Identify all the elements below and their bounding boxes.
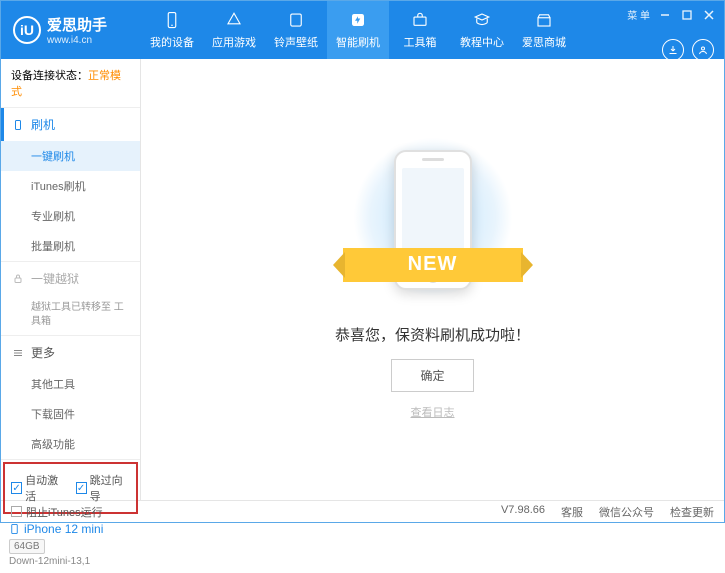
success-illustration: NEW	[353, 140, 513, 310]
sidebar-item-itunes-flash[interactable]: iTunes刷机	[1, 171, 140, 201]
sidebar-jailbreak-label: 一键越狱	[31, 270, 79, 287]
app-title: 爱思助手	[47, 14, 107, 35]
app-subtitle: www.i4.cn	[47, 35, 107, 46]
apps-icon	[224, 10, 244, 30]
titlebar: iU 爱思助手 www.i4.cn 我的设备 应用游戏 铃声壁纸 智能刷机 工具…	[1, 1, 724, 59]
chk-auto-activate-label: 自动激活	[25, 472, 65, 504]
success-message: 恭喜您，保资料刷机成功啦！	[335, 324, 530, 345]
nav-store[interactable]: 爱思商城	[513, 1, 575, 59]
nav-label: 爱思商城	[522, 34, 566, 50]
device-panel[interactable]: iPhone 12 mini 64GB Down-12mini-13,1	[1, 516, 140, 573]
minimize-button[interactable]	[658, 8, 672, 22]
app-logo-icon: iU	[13, 16, 41, 44]
user-button[interactable]	[692, 39, 714, 61]
ok-button[interactable]: 确定	[391, 359, 473, 392]
toolbox-icon	[410, 10, 430, 30]
conn-status-label: 设备连接状态：	[11, 70, 88, 82]
chk-skip-guide-label: 跳过向导	[90, 472, 130, 504]
chk-auto-activate[interactable]: ✓自动激活	[11, 472, 66, 504]
sidebar-item-other-tools[interactable]: 其他工具	[1, 369, 140, 399]
nav-smart-flash[interactable]: 智能刷机	[327, 1, 389, 59]
flash-icon	[348, 10, 368, 30]
titlebar-menu-label[interactable]: 菜 单	[627, 7, 650, 22]
update-link[interactable]: 检查更新	[670, 504, 714, 520]
sidebar-jailbreak-head: 一键越狱	[1, 262, 140, 295]
nav-ringtones[interactable]: 铃声壁纸	[265, 1, 327, 59]
main-nav: 我的设备 应用游戏 铃声壁纸 智能刷机 工具箱 教程中心 爱思商城	[141, 1, 575, 59]
tutorial-icon	[472, 10, 492, 30]
nav-my-device[interactable]: 我的设备	[141, 1, 203, 59]
device-icon	[9, 522, 20, 536]
sidebar-more-head[interactable]: 更多	[1, 336, 140, 369]
list-icon	[11, 346, 25, 360]
sidebar-flash-head[interactable]: 刷机	[1, 108, 140, 141]
sidebar-flash-label: 刷机	[31, 116, 55, 133]
device-icon	[162, 10, 182, 30]
phone-icon	[11, 118, 25, 132]
nav-label: 应用游戏	[212, 34, 256, 50]
download-button[interactable]	[662, 39, 684, 61]
wechat-link[interactable]: 微信公众号	[599, 504, 654, 520]
sidebar-item-batch-flash[interactable]: 批量刷机	[1, 231, 140, 261]
nav-label: 铃声壁纸	[274, 34, 318, 50]
jailbreak-note: 越狱工具已转移至 工具箱	[1, 295, 140, 335]
nav-label: 工具箱	[404, 34, 437, 50]
connection-status: 设备连接状态：正常模式	[1, 59, 140, 108]
nav-label: 智能刷机	[336, 34, 380, 50]
ringtone-icon	[286, 10, 306, 30]
device-storage-badge: 64GB	[9, 539, 45, 554]
app-logo-area[interactable]: iU 爱思助手 www.i4.cn	[1, 14, 141, 46]
device-name: iPhone 12 mini	[9, 522, 132, 536]
sidebar-item-advanced[interactable]: 高级功能	[1, 429, 140, 459]
nav-label: 教程中心	[460, 34, 504, 50]
device-firmware: Down-12mini-13,1	[9, 556, 132, 567]
sidebar: 设备连接状态：正常模式 刷机 一键刷机 iTunes刷机 专业刷机 批量刷机 一…	[1, 59, 141, 500]
nav-label: 我的设备	[150, 34, 194, 50]
new-ribbon: NEW	[343, 248, 523, 282]
store-icon	[534, 10, 554, 30]
close-button[interactable]	[702, 8, 716, 22]
view-log-link[interactable]: 查看日志	[411, 404, 455, 420]
nav-apps-games[interactable]: 应用游戏	[203, 1, 265, 59]
maximize-button[interactable]	[680, 8, 694, 22]
nav-toolbox[interactable]: 工具箱	[389, 1, 451, 59]
sidebar-item-oneclick-flash[interactable]: 一键刷机	[1, 141, 140, 171]
sidebar-item-pro-flash[interactable]: 专业刷机	[1, 201, 140, 231]
chk-skip-guide[interactable]: ✓跳过向导	[76, 472, 131, 504]
main-content: NEW 恭喜您，保资料刷机成功啦！ 确定 查看日志	[141, 59, 724, 500]
version-label: V7.98.66	[501, 504, 545, 520]
block-itunes-label: 阻止iTunes运行	[26, 504, 103, 520]
service-link[interactable]: 客服	[561, 504, 583, 520]
chk-block-itunes[interactable]: 阻止iTunes运行	[11, 504, 103, 520]
nav-tutorials[interactable]: 教程中心	[451, 1, 513, 59]
sidebar-more-label: 更多	[31, 344, 55, 361]
sidebar-item-download-fw[interactable]: 下载固件	[1, 399, 140, 429]
lock-icon	[11, 272, 25, 286]
